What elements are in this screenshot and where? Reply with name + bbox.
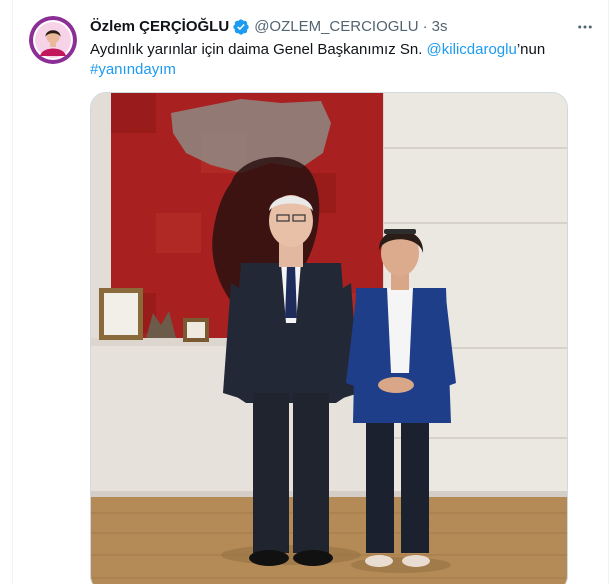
hashtag-link[interactable]: #yanındayım bbox=[90, 61, 176, 78]
tweet-header: Özlem ÇERÇİOĞLU @OZLEM_CERCIOGLU · 3s bbox=[90, 17, 447, 37]
timeline-left-border bbox=[12, 0, 13, 584]
tweet-photo[interactable] bbox=[90, 92, 568, 584]
header-separator: · bbox=[422, 18, 428, 35]
more-horizontal-icon bbox=[578, 25, 592, 29]
author-handle[interactable]: @OZLEM_CERCIOGLU bbox=[254, 17, 418, 37]
tweet-timestamp[interactable]: 3s bbox=[432, 17, 448, 37]
avatar-image bbox=[29, 16, 77, 64]
tweet-page: Özlem ÇERÇİOĞLU @OZLEM_CERCIOGLU · 3s Ay… bbox=[0, 0, 610, 584]
author-display-name[interactable]: Özlem ÇERÇİOĞLU bbox=[90, 17, 229, 37]
verified-badge-icon bbox=[232, 18, 250, 36]
author-avatar[interactable] bbox=[29, 16, 77, 64]
mention-link[interactable]: @kilicdaroglu bbox=[427, 41, 517, 58]
more-options-button[interactable] bbox=[572, 14, 598, 40]
tweet-text-part1: Aydınlık yarınlar için daima Genel Başka… bbox=[90, 41, 427, 58]
timeline-right-border bbox=[608, 0, 609, 584]
tweet-text-part2: ’nun bbox=[516, 41, 546, 58]
photo-illustration bbox=[91, 93, 567, 584]
tweet-text: Aydınlık yarınlar için daima Genel Başka… bbox=[90, 40, 590, 80]
